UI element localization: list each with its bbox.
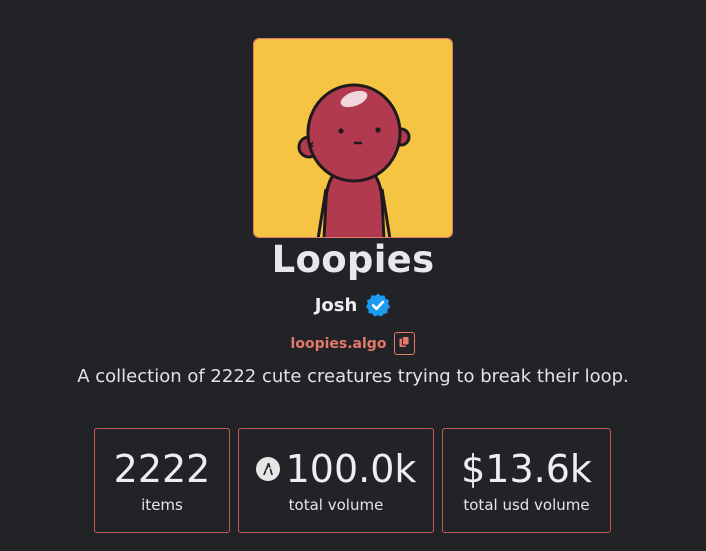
copy-icon [399, 336, 410, 351]
loopie-creature-image [254, 39, 452, 237]
stat-label: items [141, 496, 183, 514]
stat-value: 100.0k [239, 447, 433, 491]
items-count: 2222 [113, 447, 211, 491]
collection-title: Loopies [271, 238, 435, 281]
total-usd-volume-value: $13.6k [461, 447, 592, 491]
collection-page: Loopies Josh loopies.algo A collection o… [0, 0, 706, 551]
stat-card-items: 2222 items [94, 428, 230, 533]
algorand-icon [255, 457, 280, 481]
domain-row: loopies.algo [0, 332, 706, 355]
total-volume-value: 100.0k [285, 447, 417, 491]
stat-value: $13.6k [443, 447, 610, 491]
copy-domain-button[interactable] [394, 332, 416, 355]
creator-name-link[interactable]: Josh [315, 295, 358, 316]
stat-card-total-volume: 100.0k total volume [238, 428, 434, 533]
collection-description: A collection of 2222 cute creatures tryi… [77, 366, 629, 387]
verified-badge-icon [365, 292, 391, 318]
stat-card-total-usd-volume: $13.6k total usd volume [442, 428, 611, 533]
collection-avatar [253, 38, 453, 238]
stat-label: total volume [288, 496, 384, 514]
stat-value: 2222 [95, 447, 229, 491]
domain-link[interactable]: loopies.algo [291, 336, 387, 352]
stat-label: total usd volume [463, 496, 590, 514]
creator-row: Josh [0, 292, 706, 318]
